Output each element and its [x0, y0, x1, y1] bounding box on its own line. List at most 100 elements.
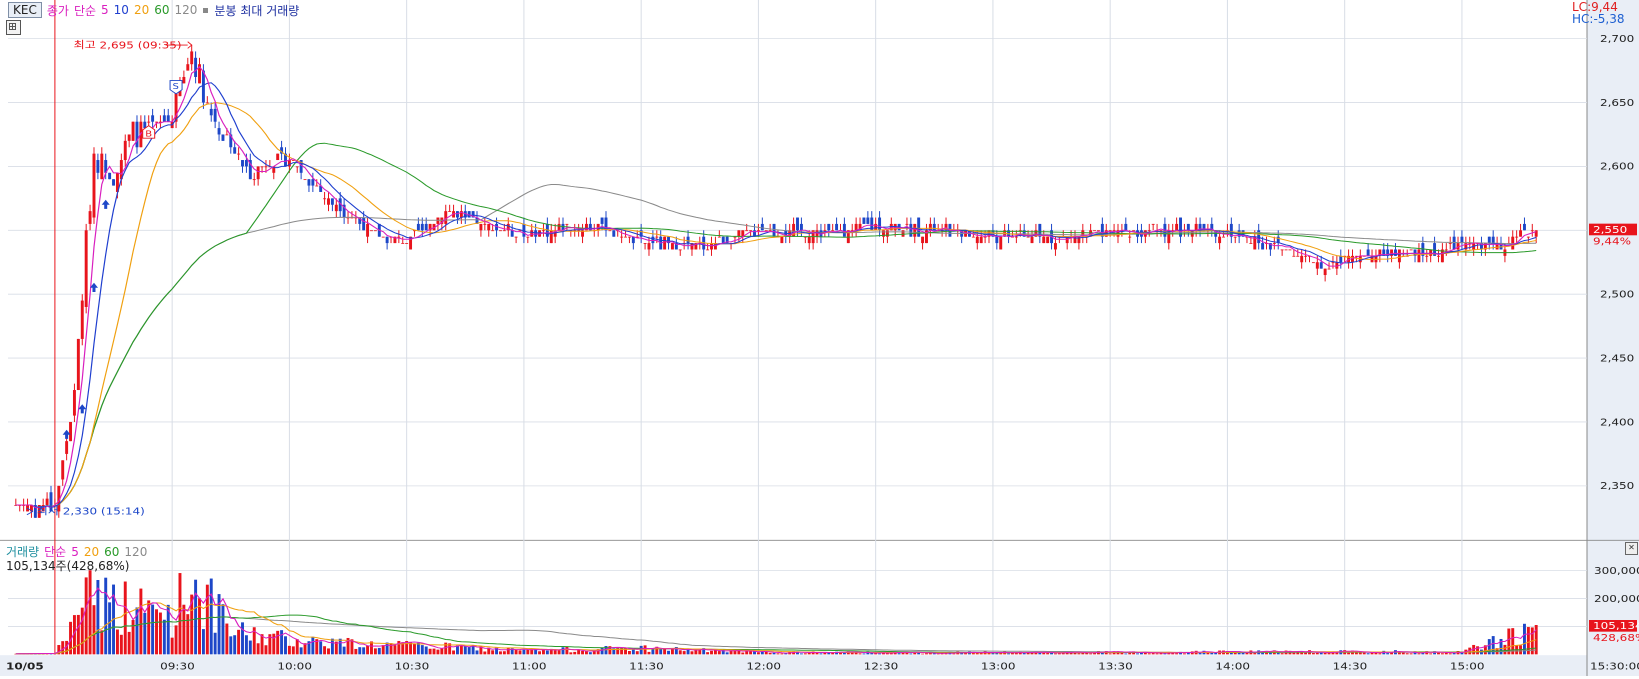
candle-body [112, 179, 115, 185]
candle-body [823, 230, 826, 231]
volume-bar [1445, 653, 1448, 655]
candle-body [1488, 237, 1491, 243]
volume-bar [1234, 653, 1237, 655]
volume-bar [1183, 653, 1186, 654]
hc-readout: HC:-5,38 [1572, 13, 1625, 26]
volume-bar [354, 649, 357, 654]
time-axis-background [0, 655, 1639, 676]
candle-body [315, 186, 318, 187]
candle-body [542, 230, 545, 231]
volume-bar [589, 652, 592, 654]
candle-body [190, 51, 193, 64]
x-tick-label: 12:30 [864, 660, 899, 672]
candle-body [77, 339, 80, 390]
symbol-box[interactable]: KEC [8, 2, 42, 18]
candle-body [644, 243, 647, 244]
legend-ma20[interactable]: 20 [134, 3, 149, 17]
candle-body [448, 211, 451, 212]
volume-bar [1199, 653, 1202, 654]
x-tick-label: 14:30 [1333, 660, 1368, 672]
candle-body [503, 230, 506, 231]
volume-bar [757, 652, 760, 654]
volume-bar [1406, 653, 1409, 654]
volume-y-tick-label: 300,000 [1594, 565, 1639, 577]
candle-body [628, 237, 631, 238]
candle-body [89, 211, 92, 224]
candle-body [1054, 243, 1057, 249]
candle-body [933, 224, 936, 230]
volume-bar [96, 580, 99, 654]
candle-body [311, 179, 314, 185]
candle-body [382, 237, 385, 238]
candle-body [143, 122, 146, 128]
legend-ma-type[interactable]: 단순 [74, 2, 96, 19]
volume-bar [417, 643, 420, 655]
volume-bar [202, 629, 205, 654]
candle-body [1285, 249, 1288, 250]
volume-bar [726, 652, 729, 654]
candle-body [65, 441, 68, 454]
candle-body [307, 179, 310, 185]
candle-body [1109, 230, 1112, 231]
candle-body [1531, 230, 1534, 231]
candle-body [1175, 224, 1178, 230]
volume-bar [386, 643, 389, 655]
candle-body [194, 58, 197, 77]
candle-body [530, 230, 533, 236]
candle-body [866, 218, 869, 224]
candle-body [61, 460, 64, 479]
volume-bar [1410, 653, 1413, 654]
candle-body [479, 224, 482, 230]
volume-bar [933, 654, 936, 655]
candle-body [210, 109, 213, 115]
volume-bar [1109, 653, 1112, 654]
volume-bar [233, 635, 236, 654]
candle-body [1300, 256, 1303, 262]
volume-bar [526, 650, 529, 654]
legend-extra[interactable]: 분봉 최대 거래량 [214, 2, 299, 19]
candle-body [722, 237, 725, 243]
candle-body [1515, 237, 1518, 238]
volume-bar [800, 653, 803, 654]
legend-ma5[interactable]: 5 [101, 3, 109, 17]
candle-body [155, 122, 158, 123]
volume-bar [628, 651, 631, 654]
volume-bar [1058, 653, 1061, 654]
candle-body [499, 230, 502, 231]
volume-bar [483, 651, 486, 654]
candle-body [1527, 237, 1530, 238]
candle-body [1523, 224, 1526, 230]
volume-bar [691, 651, 694, 654]
candle-body [218, 128, 221, 134]
chart-canvas[interactable]: 2,7002,6502,6002,5502,5002,4502,4002,350… [0, 0, 1639, 676]
candle-body [202, 71, 205, 103]
high-annotation: 최고 2,695 (09:35) [74, 39, 182, 51]
volume-bar [1085, 653, 1088, 654]
volume-bar [898, 653, 901, 654]
legend-price-type[interactable]: 종가 [47, 2, 69, 19]
candle-body [417, 224, 420, 230]
volume-bar [433, 649, 436, 655]
y-tick-label: 2,350 [1600, 480, 1634, 492]
candle-body [1316, 262, 1319, 268]
candle-body [655, 237, 658, 238]
volume-bar [648, 652, 651, 654]
volume-bar [81, 608, 84, 655]
candle-body [808, 237, 811, 243]
legend-ma10[interactable]: 10 [114, 3, 129, 17]
volume-bar [116, 630, 119, 655]
buy-signal-label: B [145, 129, 152, 139]
volume-bar [128, 632, 131, 654]
legend-ma120[interactable]: 120 [175, 3, 198, 17]
candle-body [913, 224, 916, 237]
candle-body [1437, 256, 1440, 257]
grid-calculator-icon[interactable] [6, 20, 21, 35]
legend-ma60[interactable]: 60 [154, 3, 169, 17]
candle-body [1148, 230, 1151, 231]
close-panel-button[interactable]: ✕ [1625, 542, 1638, 555]
candle-body [1398, 249, 1401, 262]
volume-bar [1441, 653, 1444, 654]
volume-bar [1148, 653, 1151, 654]
y-tick-label: 2,650 [1600, 97, 1634, 109]
candle-body [515, 237, 518, 238]
